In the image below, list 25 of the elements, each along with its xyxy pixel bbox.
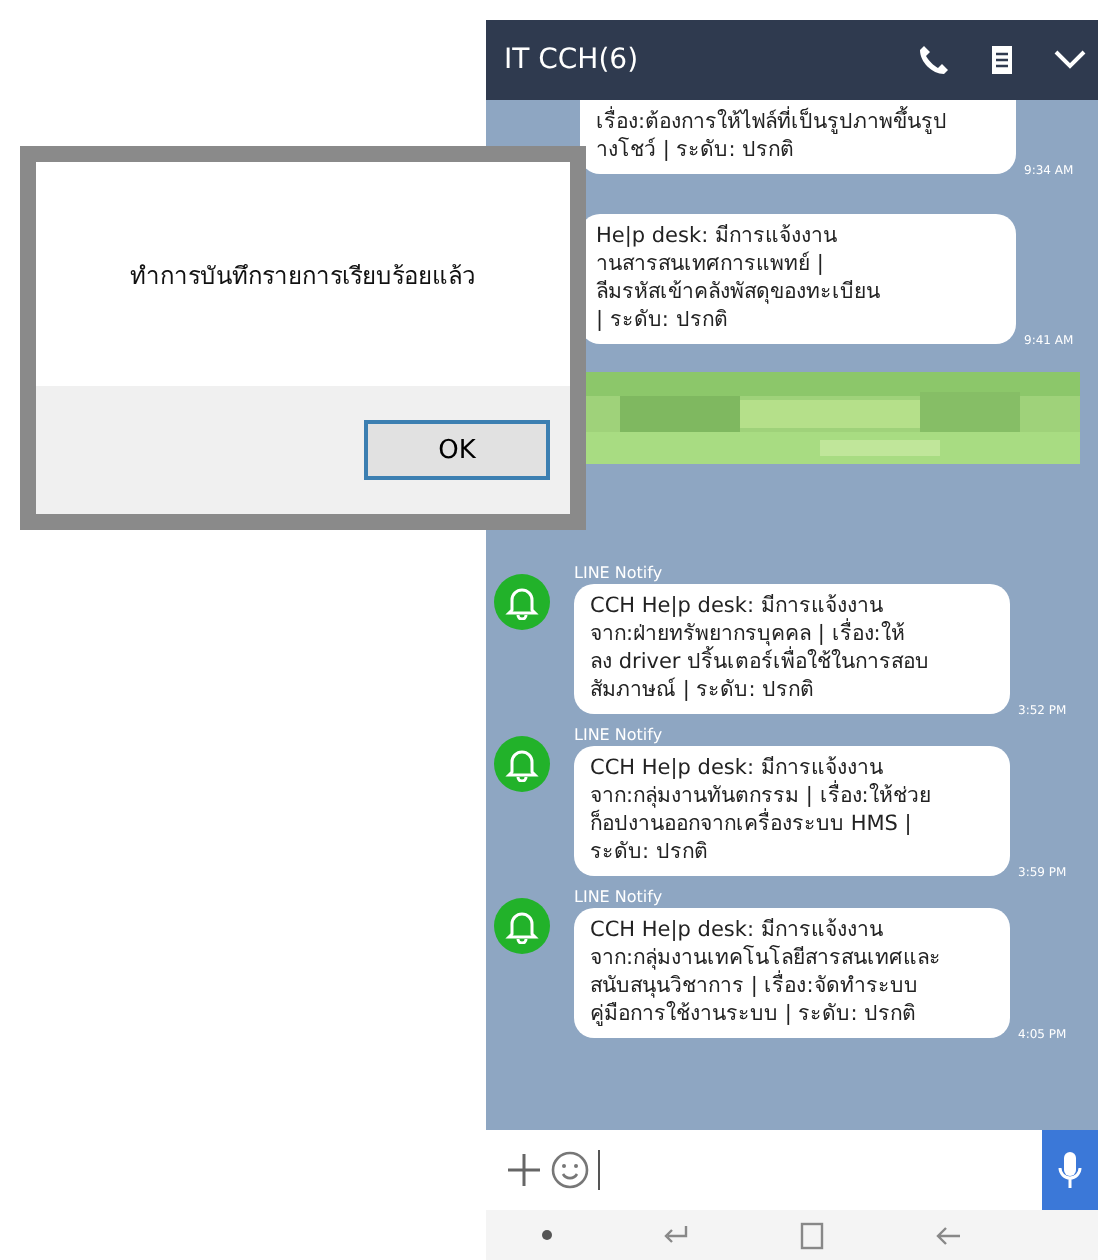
message-bubble: CCH He|p desk: มีการแจ้งงาน จาก:ฝ่ายทรัพยากรบุคคล | เรื่อง:ให้ ลง driver ปริ้นเตอร์เพื่อใช้ในการสอบ สัมภาษณ์ | ระดับ: ปรกติ bbox=[574, 584, 1010, 714]
mic-button[interactable] bbox=[1042, 1130, 1098, 1210]
notes-icon[interactable] bbox=[990, 44, 1014, 76]
phone-icon[interactable] bbox=[918, 44, 950, 76]
sender-name: LINE Notify bbox=[574, 888, 665, 906]
ok-button[interactable]: OK bbox=[364, 420, 550, 480]
sender-name: LINE Notify bbox=[574, 564, 665, 582]
bell-avatar-icon bbox=[494, 898, 550, 954]
dot-icon[interactable] bbox=[541, 1230, 552, 1240]
microphone-icon bbox=[1058, 1150, 1082, 1190]
sender-name: LINE Notify bbox=[574, 726, 665, 744]
chevron-down-icon[interactable] bbox=[1054, 50, 1086, 70]
emoji-icon[interactable] bbox=[550, 1150, 590, 1190]
home-icon[interactable] bbox=[800, 1221, 825, 1249]
bell-avatar-icon bbox=[494, 736, 550, 792]
plus-icon[interactable] bbox=[506, 1152, 542, 1188]
message-bubble: He|p desk: มีการแจ้งงาน านสารสนเทศการแพทย์ | ลีมรหัสเข้าคลังพัสดุของทะเบียน | ระดับ: ปรกติ bbox=[580, 214, 1016, 344]
recent-apps-icon[interactable] bbox=[661, 1223, 690, 1247]
message-bubble: CCH He|p desk: มีการแจ้งงาน จาก:กลุ่มงานเทคโนโลยีสารสนเทศและ สนับสนุนวิชาการ | เรื่อง:จัดทำระบบ คู่มือการใช้งานระบบ | ระดับ: ปรกติ bbox=[574, 908, 1010, 1038]
chat-title: IT CCH(6) bbox=[504, 44, 639, 76]
bell-avatar-icon bbox=[494, 574, 550, 630]
back-icon[interactable] bbox=[934, 1223, 963, 1247]
message-bubble: CCH He|p desk: มีการแจ้งงาน จาก:กลุ่มงานทันตกรรม | เรื่อง:ให้ช่วย ก็อปงานออกจากเครื่องระบบ HMS | ระดับ: ปรกติ bbox=[574, 746, 1010, 876]
message-bubble: เรื่อง:ต้องการให้ไฟล์ที่เป็นรูปภาพขึ้นรูป างโชว์ | ระดับ: ปรกติ bbox=[580, 100, 1016, 174]
dialog-message: ทำการบันทึกรายการเรียบร้อยแล้ว bbox=[130, 259, 476, 293]
